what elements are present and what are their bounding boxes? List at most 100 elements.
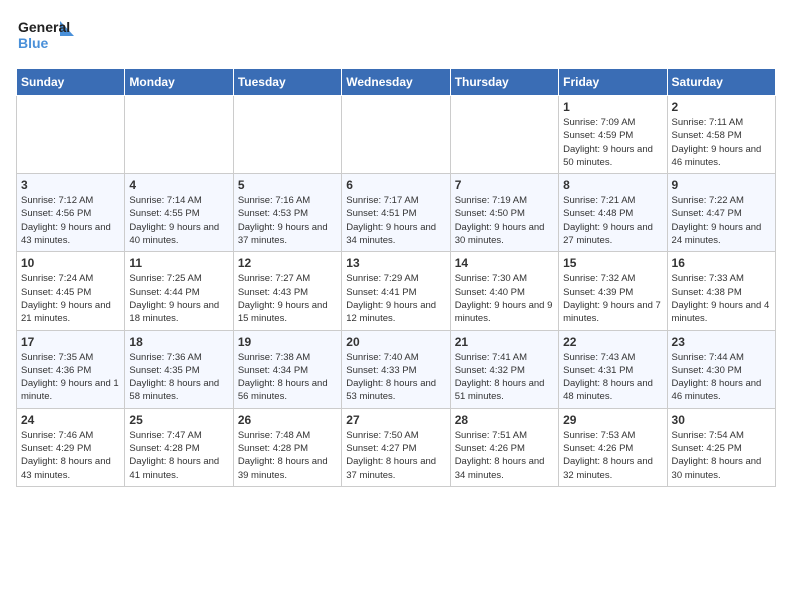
day-number: 21 [455,335,554,349]
calendar-cell [450,96,558,174]
day-info: Sunrise: 7:48 AM Sunset: 4:28 PM Dayligh… [238,429,337,482]
day-info: Sunrise: 7:29 AM Sunset: 4:41 PM Dayligh… [346,272,445,325]
day-info: Sunrise: 7:17 AM Sunset: 4:51 PM Dayligh… [346,194,445,247]
logo: GeneralBlue [16,16,86,56]
day-number: 11 [129,256,228,270]
day-info: Sunrise: 7:36 AM Sunset: 4:35 PM Dayligh… [129,351,228,404]
calendar-cell: 8 Sunrise: 7:21 AM Sunset: 4:48 PM Daylig… [559,174,667,252]
day-number: 1 [563,100,662,114]
day-number: 22 [563,335,662,349]
day-number: 28 [455,413,554,427]
day-number: 3 [21,178,120,192]
day-info: Sunrise: 7:19 AM Sunset: 4:50 PM Dayligh… [455,194,554,247]
calendar-week-3: 10 Sunrise: 7:24 AM Sunset: 4:45 PM Dayli… [17,252,776,330]
day-info: Sunrise: 7:44 AM Sunset: 4:30 PM Dayligh… [672,351,771,404]
calendar-cell: 23 Sunrise: 7:44 AM Sunset: 4:30 PM Dayli… [667,330,775,408]
day-number: 26 [238,413,337,427]
calendar-cell: 19 Sunrise: 7:38 AM Sunset: 4:34 PM Dayli… [233,330,341,408]
calendar-cell: 14Sunrise: 7:30 AM Sunset: 4:40 PM Dayli… [450,252,558,330]
calendar-cell: 5 Sunrise: 7:16 AM Sunset: 4:53 PM Daylig… [233,174,341,252]
col-header-sunday: Sunday [17,69,125,96]
calendar-cell [342,96,450,174]
day-info: Sunrise: 7:27 AM Sunset: 4:43 PM Dayligh… [238,272,337,325]
calendar-week-4: 17 Sunrise: 7:35 AM Sunset: 4:36 PM Dayli… [17,330,776,408]
day-info: Sunrise: 7:43 AM Sunset: 4:31 PM Dayligh… [563,351,662,404]
day-info: Sunrise: 7:40 AM Sunset: 4:33 PM Dayligh… [346,351,445,404]
calendar-week-2: 3 Sunrise: 7:12 AM Sunset: 4:56 PM Daylig… [17,174,776,252]
col-header-thursday: Thursday [450,69,558,96]
calendar-cell: 26 Sunrise: 7:48 AM Sunset: 4:28 PM Dayli… [233,408,341,486]
calendar-cell: 13 Sunrise: 7:29 AM Sunset: 4:41 PM Dayli… [342,252,450,330]
day-info: Sunrise: 7:12 AM Sunset: 4:56 PM Dayligh… [21,194,120,247]
day-info: Sunrise: 7:21 AM Sunset: 4:48 PM Dayligh… [563,194,662,247]
day-number: 19 [238,335,337,349]
day-number: 6 [346,178,445,192]
day-number: 23 [672,335,771,349]
calendar-cell: 9Sunrise: 7:22 AM Sunset: 4:47 PM Daylig… [667,174,775,252]
day-number: 27 [346,413,445,427]
logo-svg: GeneralBlue [16,16,86,56]
col-header-saturday: Saturday [667,69,775,96]
col-header-tuesday: Tuesday [233,69,341,96]
calendar-cell: 21 Sunrise: 7:41 AM Sunset: 4:32 PM Dayli… [450,330,558,408]
calendar-cell: 15Sunrise: 7:32 AM Sunset: 4:39 PM Dayli… [559,252,667,330]
day-number: 24 [21,413,120,427]
calendar-cell: 24 Sunrise: 7:46 AM Sunset: 4:29 PM Dayli… [17,408,125,486]
day-number: 25 [129,413,228,427]
day-number: 7 [455,178,554,192]
day-info: Sunrise: 7:46 AM Sunset: 4:29 PM Dayligh… [21,429,120,482]
calendar-cell: 18 Sunrise: 7:36 AM Sunset: 4:35 PM Dayli… [125,330,233,408]
day-info: Sunrise: 7:38 AM Sunset: 4:34 PM Dayligh… [238,351,337,404]
day-number: 13 [346,256,445,270]
calendar-cell: 4Sunrise: 7:14 AM Sunset: 4:55 PM Daylig… [125,174,233,252]
calendar-week-5: 24 Sunrise: 7:46 AM Sunset: 4:29 PM Dayli… [17,408,776,486]
day-number: 2 [672,100,771,114]
calendar-cell: 7 Sunrise: 7:19 AM Sunset: 4:50 PM Daylig… [450,174,558,252]
calendar-cell: 30 Sunrise: 7:54 AM Sunset: 4:25 PM Dayli… [667,408,775,486]
calendar-week-1: 1 Sunrise: 7:09 AM Sunset: 4:59 PM Daylig… [17,96,776,174]
day-number: 10 [21,256,120,270]
calendar-cell: 6 Sunrise: 7:17 AM Sunset: 4:51 PM Daylig… [342,174,450,252]
calendar-cell: 29Sunrise: 7:53 AM Sunset: 4:26 PM Dayli… [559,408,667,486]
day-number: 30 [672,413,771,427]
day-number: 20 [346,335,445,349]
day-info: Sunrise: 7:11 AM Sunset: 4:58 PM Dayligh… [672,116,771,169]
calendar-cell: 10 Sunrise: 7:24 AM Sunset: 4:45 PM Dayli… [17,252,125,330]
day-number: 18 [129,335,228,349]
day-info: Sunrise: 7:09 AM Sunset: 4:59 PM Dayligh… [563,116,662,169]
day-info: Sunrise: 7:35 AM Sunset: 4:36 PM Dayligh… [21,351,120,404]
day-info: Sunrise: 7:47 AM Sunset: 4:28 PM Dayligh… [129,429,228,482]
calendar-cell: 12Sunrise: 7:27 AM Sunset: 4:43 PM Dayli… [233,252,341,330]
svg-text:General: General [18,19,70,35]
day-info: Sunrise: 7:51 AM Sunset: 4:26 PM Dayligh… [455,429,554,482]
calendar-cell: 2 Sunrise: 7:11 AM Sunset: 4:58 PM Daylig… [667,96,775,174]
day-info: Sunrise: 7:41 AM Sunset: 4:32 PM Dayligh… [455,351,554,404]
day-info: Sunrise: 7:14 AM Sunset: 4:55 PM Dayligh… [129,194,228,247]
day-number: 8 [563,178,662,192]
col-header-wednesday: Wednesday [342,69,450,96]
calendar-cell: 3 Sunrise: 7:12 AM Sunset: 4:56 PM Daylig… [17,174,125,252]
calendar-cell: 25 Sunrise: 7:47 AM Sunset: 4:28 PM Dayli… [125,408,233,486]
calendar-cell: 22 Sunrise: 7:43 AM Sunset: 4:31 PM Dayli… [559,330,667,408]
day-number: 16 [672,256,771,270]
calendar-cell: 20 Sunrise: 7:40 AM Sunset: 4:33 PM Dayli… [342,330,450,408]
calendar-cell: 16Sunrise: 7:33 AM Sunset: 4:38 PM Dayli… [667,252,775,330]
calendar-cell [125,96,233,174]
svg-text:Blue: Blue [18,35,49,51]
calendar-table: SundayMondayTuesdayWednesdayThursdayFrid… [16,68,776,487]
day-info: Sunrise: 7:30 AM Sunset: 4:40 PM Dayligh… [455,272,554,325]
day-info: Sunrise: 7:25 AM Sunset: 4:44 PM Dayligh… [129,272,228,325]
day-info: Sunrise: 7:16 AM Sunset: 4:53 PM Dayligh… [238,194,337,247]
calendar-cell: 1 Sunrise: 7:09 AM Sunset: 4:59 PM Daylig… [559,96,667,174]
col-header-friday: Friday [559,69,667,96]
col-header-monday: Monday [125,69,233,96]
day-info: Sunrise: 7:32 AM Sunset: 4:39 PM Dayligh… [563,272,662,325]
day-number: 29 [563,413,662,427]
day-info: Sunrise: 7:24 AM Sunset: 4:45 PM Dayligh… [21,272,120,325]
day-number: 17 [21,335,120,349]
day-info: Sunrise: 7:22 AM Sunset: 4:47 PM Dayligh… [672,194,771,247]
day-info: Sunrise: 7:54 AM Sunset: 4:25 PM Dayligh… [672,429,771,482]
day-info: Sunrise: 7:50 AM Sunset: 4:27 PM Dayligh… [346,429,445,482]
day-number: 5 [238,178,337,192]
calendar-cell [233,96,341,174]
